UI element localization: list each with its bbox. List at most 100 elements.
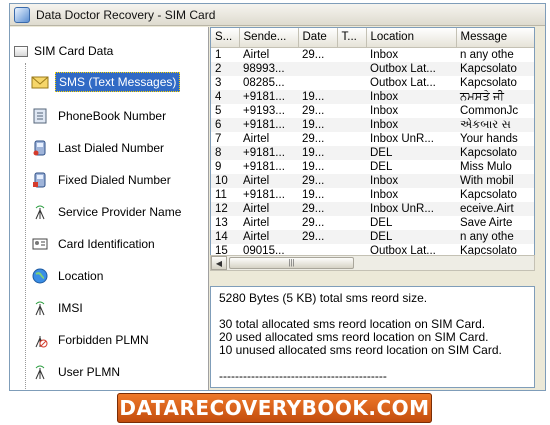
scroll-thumb[interactable]: ||| — [229, 257, 354, 269]
column-header-serial[interactable]: S... — [211, 28, 240, 48]
app-icon — [14, 6, 30, 23]
table-row[interactable]: 12 Airtel 29... Inbox UnR... eceive.Airt — [211, 201, 534, 216]
summary-size-line: 5280 Bytes (5 KB) total sms reord size. — [219, 291, 428, 305]
tree-item-sms[interactable]: SMS (Text Messages) — [31, 71, 181, 93]
table-cell: +9181... — [243, 160, 285, 173]
table-cell: 19... — [298, 117, 337, 132]
table-row[interactable]: 1 Airtel 29... Inbox n any othe — [211, 47, 534, 62]
table-cell: 13 — [215, 216, 228, 229]
id-card-icon — [31, 235, 49, 253]
column-header-sender[interactable]: Sende... — [239, 28, 299, 48]
table-cell — [337, 47, 366, 62]
table-cell: DEL — [370, 160, 393, 173]
table-row[interactable]: 2 98993... Outbox Lat... Kapcsolato — [211, 61, 534, 76]
table-cell: 2 — [211, 61, 239, 76]
table-cell: 9 — [215, 160, 222, 173]
tree-item-location[interactable]: Location — [31, 265, 106, 287]
table-cell: 7 — [215, 132, 222, 145]
sim-tree-panel: SIM Card Data SMS (Text Messages) PhoneB… — [10, 27, 209, 390]
table-cell: Airtel — [239, 201, 298, 216]
table-row[interactable]: 6 +9181... 19... Inbox એકબાર સ — [211, 117, 534, 132]
tree-item-label: Location — [58, 269, 104, 283]
table-row[interactable]: 11 +9181... 19... Inbox Kapcsolato — [211, 188, 534, 202]
scroll-left-icon[interactable]: ◀ — [211, 256, 227, 270]
summary-separator: ----------------------------------------… — [219, 369, 387, 383]
column-header-message[interactable]: Message — [456, 28, 534, 48]
table-cell — [337, 89, 366, 104]
table-cell: +9193... — [243, 104, 285, 117]
tree-item-fixed-dialed[interactable]: Fixed Dialed Number — [31, 169, 174, 191]
antenna-icon — [31, 363, 49, 381]
table-cell: 29... — [302, 48, 325, 61]
column-header-time[interactable]: T... — [337, 28, 367, 48]
table-row[interactable]: 7 Airtel 29... Inbox UnR... Your hands — [211, 132, 534, 146]
table-cell: Kapcsolato — [456, 61, 534, 76]
table-cell: With mobil — [456, 173, 534, 188]
table-cell: Save Airte — [460, 216, 513, 229]
table-cell — [298, 76, 337, 90]
table-cell: Inbox — [370, 188, 399, 201]
table-cell: DEL — [366, 229, 456, 244]
sms-grid[interactable]: S... Sende... Date T... Location Message… — [210, 27, 535, 270]
table-row[interactable]: 14 Airtel 29... DEL n any othe — [211, 229, 534, 244]
table-row[interactable]: 5 +9193... 29... Inbox CommonJc — [211, 104, 534, 118]
table-cell: n any othe — [456, 229, 534, 244]
table-cell: 3 — [215, 76, 222, 89]
table-cell: 1 — [215, 48, 222, 61]
table-cell: 29... — [298, 201, 337, 216]
antenna-forbidden-icon — [31, 331, 49, 349]
table-cell: Airtel — [239, 173, 298, 188]
antenna-icon — [31, 299, 49, 317]
table-cell — [337, 201, 366, 216]
window-title: Data Doctor Recovery - SIM Card — [36, 7, 216, 22]
envelope-icon — [31, 73, 49, 91]
horizontal-scrollbar[interactable]: ◀ ||| — [210, 255, 535, 271]
table-cell: +9181... — [239, 89, 298, 104]
table-row[interactable]: 4 +9181... 19... Inbox ਨਮਸਤੇ ਜੀ — [211, 89, 534, 104]
table-cell: 98993... — [239, 61, 298, 76]
tree-item-forbidden-plmn[interactable]: Forbidden PLMN — [31, 329, 152, 351]
table-cell: Kapcsolato — [460, 76, 517, 89]
tree-item-service-provider[interactable]: Service Provider Name — [31, 201, 184, 223]
table-cell: 29... — [302, 104, 325, 117]
tree-item-label: Card Identification — [58, 237, 155, 251]
column-header-location[interactable]: Location — [366, 28, 457, 48]
table-row[interactable]: 3 08285... Outbox Lat... Kapcsolato — [211, 76, 534, 90]
table-row[interactable]: 9 +9181... 19... DEL Miss Mulo — [211, 160, 534, 174]
tree-item-imsi[interactable]: IMSI — [31, 297, 86, 319]
tree-item-card-id[interactable]: Card Identification — [31, 233, 158, 255]
table-cell: +9181... — [243, 188, 285, 201]
tree-item-label: PhoneBook Number — [58, 109, 167, 123]
table-cell: Kapcsolato — [456, 145, 534, 160]
table-cell: Airtel — [239, 229, 298, 244]
tree-item-label: IMSI — [58, 301, 83, 315]
title-bar: Data Doctor Recovery - SIM Card — [10, 4, 545, 26]
table-cell: Inbox UnR... — [366, 201, 456, 216]
table-cell: 19... — [298, 145, 337, 160]
table-cell: eceive.Airt — [456, 201, 534, 216]
table-row[interactable]: 13 Airtel 29... DEL Save Airte — [211, 216, 534, 230]
table-cell — [337, 160, 366, 174]
table-body: 1 Airtel 29... Inbox n any othe 2 98993... Outb… — [211, 47, 534, 258]
tree-item-phonebook[interactable]: PhoneBook Number — [31, 105, 169, 127]
table-cell: 19... — [302, 188, 325, 201]
table-cell: 29... — [298, 173, 337, 188]
table-cell: 14 — [211, 229, 239, 244]
table-cell: 12 — [211, 201, 239, 216]
tree-item-label: SMS (Text Messages) — [55, 72, 181, 92]
table-row[interactable]: 8 +9181... 19... DEL Kapcsolato — [211, 145, 534, 160]
phonebook-icon — [31, 107, 49, 125]
table-cell: Inbox — [370, 48, 399, 61]
table-cell — [337, 145, 366, 160]
table-cell — [298, 61, 337, 76]
column-header-date[interactable]: Date — [298, 28, 338, 48]
table-cell: Outbox Lat... — [366, 61, 456, 76]
table-row[interactable]: 10 Airtel 29... Inbox With mobil — [211, 173, 534, 188]
tree-root[interactable]: SIM Card Data — [14, 44, 113, 58]
tree-item-last-dialed[interactable]: Last Dialed Number — [31, 137, 167, 159]
table-cell: +9181... — [239, 145, 298, 160]
tree-item-user-plmn[interactable]: User PLMN — [31, 361, 123, 383]
table-cell: Airtel — [243, 216, 270, 229]
website-banner: DATARECOVERYBOOK.COM — [117, 393, 432, 423]
banner-text: DATARECOVERYBOOK.COM — [119, 396, 430, 420]
